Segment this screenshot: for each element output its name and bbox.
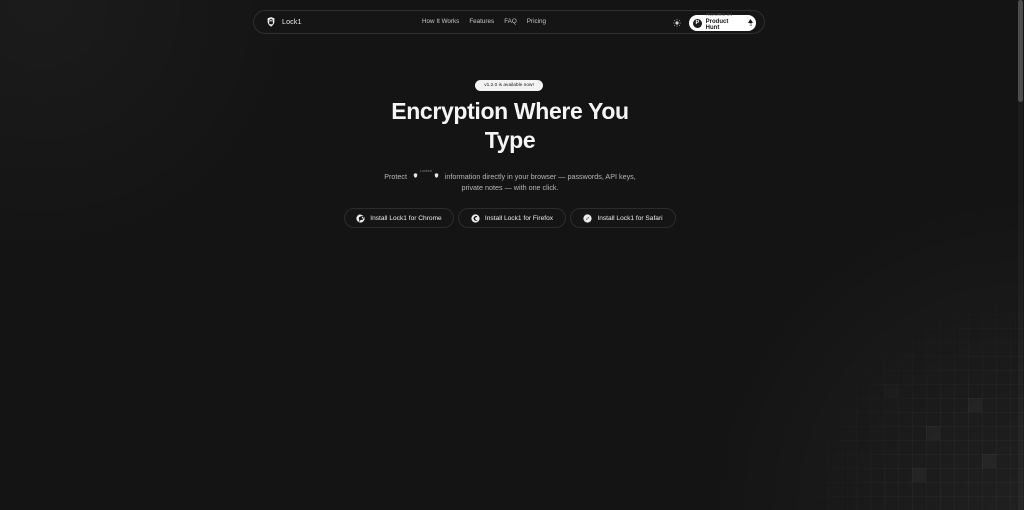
product-hunt-text: FEATURED ON Product Hunt bbox=[706, 14, 743, 31]
product-hunt-logo: P bbox=[693, 18, 702, 28]
hero-description-line-1: Protect Locked information directly in y… bbox=[344, 167, 676, 182]
nav-features[interactable]: Features bbox=[469, 18, 494, 25]
scrollbar-thumb[interactable] bbox=[1018, 0, 1023, 102]
product-hunt-name: Product Hunt bbox=[705, 18, 729, 31]
brand-name: Lock1 bbox=[282, 18, 302, 26]
shield-icon bbox=[413, 170, 418, 178]
theme-toggle-button[interactable] bbox=[671, 17, 683, 29]
sun-icon bbox=[673, 19, 681, 27]
install-firefox-label: Install Lock1 for Firefox bbox=[484, 214, 554, 222]
install-chrome-label: Install Lock1 for Chrome bbox=[370, 214, 442, 222]
product-hunt-kicker: FEATURED ON bbox=[705, 13, 733, 18]
product-hunt-badge[interactable]: P FEATURED ON Product Hunt 3 bbox=[689, 14, 756, 31]
hero-title-line-2: Type bbox=[484, 127, 536, 153]
page-scrollbar[interactable] bbox=[1018, 0, 1023, 510]
nav-faq[interactable]: FAQ bbox=[504, 18, 517, 25]
hero-description: Protect Locked information directly in y… bbox=[344, 167, 676, 193]
locked-inline-badge: Locked bbox=[413, 167, 439, 178]
hero-description-line-2: private notes — with one click. bbox=[461, 183, 559, 192]
nav-how-it-works[interactable]: How It Works bbox=[422, 18, 459, 25]
hero-title-line-1: Encryption Where You bbox=[391, 98, 629, 124]
install-safari-button[interactable]: Install Lock1 for Safari bbox=[570, 208, 676, 228]
install-firefox-button[interactable]: Install Lock1 for Firefox bbox=[458, 208, 566, 228]
nav-pricing[interactable]: Pricing bbox=[527, 18, 546, 25]
shield-icon bbox=[434, 170, 439, 178]
safari-icon bbox=[583, 213, 592, 223]
firefox-icon bbox=[471, 213, 480, 223]
main-nav: How It Works Features FAQ Pricing bbox=[422, 18, 546, 25]
install-chrome-button[interactable]: Install Lock1 for Chrome bbox=[344, 208, 454, 228]
install-buttons: Install Lock1 for Chrome Install Lock1 f… bbox=[344, 208, 676, 228]
release-badge-text: v1.2.0 is available now! bbox=[484, 83, 534, 88]
release-badge[interactable]: v1.2.0 is available now! bbox=[475, 80, 543, 91]
hero-copy-prefix: Protect bbox=[384, 172, 407, 181]
install-safari-label: Install Lock1 for Safari bbox=[597, 214, 663, 222]
locked-label: Locked bbox=[419, 169, 432, 173]
background-grid bbox=[814, 300, 1024, 510]
upvote-count: 3 bbox=[746, 17, 756, 29]
hero-copy-suffix: information directly in your browser — p… bbox=[444, 172, 636, 181]
brand[interactable]: Lock1 bbox=[265, 16, 302, 28]
chrome-icon bbox=[356, 213, 365, 223]
top-navbar: Lock1 How It Works Features FAQ Pricing bbox=[253, 10, 765, 34]
shield-lock-icon bbox=[265, 16, 277, 28]
landing-page: Lock1 How It Works Features FAQ Pricing bbox=[0, 0, 1024, 510]
hero-title: Encryption Where You Type bbox=[340, 97, 680, 155]
vote-number: 3 bbox=[749, 21, 752, 27]
